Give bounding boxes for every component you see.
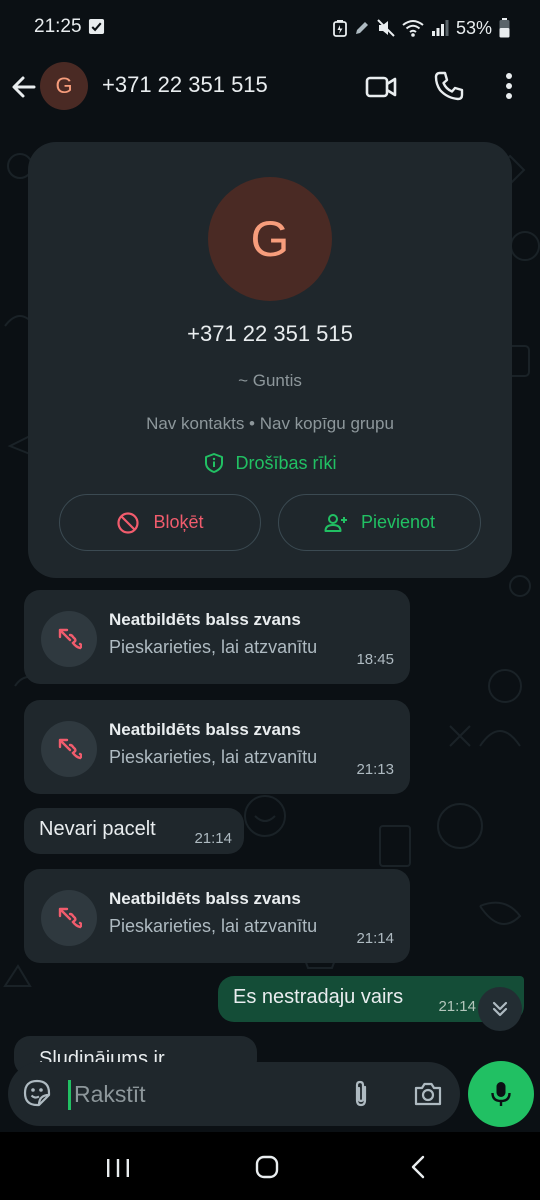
check-box-icon <box>88 18 105 35</box>
wifi-icon <box>402 20 424 37</box>
chat-header: G +371 22 351 515 <box>0 56 540 126</box>
profile-phone-number: +371 22 351 515 <box>187 321 353 346</box>
message-time: 18:45 <box>356 651 394 668</box>
double-chevron-down-icon <box>492 1001 508 1017</box>
message-text: Nevari pacelt <box>39 818 156 840</box>
status-time: 21:25 <box>34 16 82 37</box>
message-time: 21:14 <box>438 998 476 1015</box>
voice-message-button[interactable] <box>468 1061 534 1127</box>
missed-call-bubble[interactable]: Neatbildēts balss zvans Pieskarieties, l… <box>24 590 410 684</box>
block-icon <box>117 511 140 534</box>
pen-icon <box>355 22 368 34</box>
video-call-icon[interactable] <box>364 70 398 104</box>
missed-call-icon-wrap <box>41 611 97 667</box>
chat-area[interactable]: G +371 22 351 515 ~ Guntis Nav kontakts … <box>0 126 540 1132</box>
mute-icon <box>377 19 395 37</box>
attach-icon[interactable] <box>345 1078 377 1110</box>
add-contact-button[interactable]: Pievienot <box>278 494 481 551</box>
composer-bar <box>0 1054 540 1132</box>
missed-call-icon <box>58 907 82 929</box>
home-icon[interactable] <box>254 1154 280 1180</box>
missed-call-icon-wrap <box>41 721 97 777</box>
camera-icon[interactable] <box>412 1078 444 1110</box>
recent-apps-icon[interactable] <box>104 1156 132 1180</box>
shield-icon <box>205 453 224 473</box>
call-subtitle: Pieskarieties, lai atzvanītu <box>109 916 318 936</box>
microphone-icon <box>491 1082 511 1106</box>
system-navigation-bar <box>0 1132 540 1200</box>
incoming-message-bubble[interactable]: Nevari pacelt 21:14 <box>24 808 244 854</box>
battery-percent: 53% <box>455 17 492 38</box>
signal-icon <box>431 20 449 36</box>
message-time: 21:14 <box>194 830 232 847</box>
message-input[interactable] <box>74 1075 324 1113</box>
profile-meta: Nav kontakts • Nav kopīgu grupu <box>146 414 394 433</box>
add-contact-label: Pievienot <box>360 512 436 532</box>
message-time: 21:13 <box>356 761 394 778</box>
battery-icon <box>499 18 510 38</box>
block-button[interactable]: Bloķēt <box>59 494 261 551</box>
missed-call-bubble[interactable]: Neatbildēts balss zvans Pieskarieties, l… <box>24 869 410 963</box>
battery-saver-icon <box>333 20 347 37</box>
profile-push-name: ~ Guntis <box>238 371 302 390</box>
missed-call-icon-wrap <box>41 890 97 946</box>
text-caret <box>68 1080 71 1110</box>
contact-info-card: G +371 22 351 515 ~ Guntis Nav kontakts … <box>28 142 512 578</box>
scroll-to-bottom-button[interactable] <box>478 987 522 1031</box>
safety-tools-link[interactable]: Drošības rīki <box>28 452 512 474</box>
call-title: Neatbildēts balss zvans <box>109 610 301 629</box>
more-options-icon[interactable] <box>494 69 524 103</box>
status-right-icons: 53% <box>333 14 510 42</box>
message-text: Es nestradaju vairs <box>233 986 404 1008</box>
nav-back-icon[interactable] <box>407 1154 431 1180</box>
avatar[interactable]: G <box>40 62 88 110</box>
status-bar: 21:25 53% <box>0 0 540 56</box>
add-person-icon <box>324 513 347 532</box>
message-input-box[interactable] <box>8 1062 460 1126</box>
block-label: Bloķēt <box>153 512 204 532</box>
profile-avatar[interactable]: G <box>208 177 332 301</box>
back-icon[interactable] <box>8 71 40 103</box>
safety-tools-label: Drošības rīki <box>235 452 337 473</box>
call-subtitle: Pieskarieties, lai atzvanītu <box>109 637 318 657</box>
voice-call-icon[interactable] <box>432 69 466 103</box>
message-time: 21:14 <box>356 930 394 947</box>
sticker-emoji-icon[interactable] <box>22 1078 52 1108</box>
missed-call-bubble[interactable]: Neatbildēts balss zvans Pieskarieties, l… <box>24 700 410 794</box>
call-title: Neatbildēts balss zvans <box>109 889 301 908</box>
call-subtitle: Pieskarieties, lai atzvanītu <box>109 747 318 767</box>
missed-call-icon <box>58 628 82 650</box>
call-title: Neatbildēts balss zvans <box>109 720 301 739</box>
missed-call-icon <box>58 738 82 760</box>
chat-title[interactable]: +371 22 351 515 <box>102 72 268 98</box>
